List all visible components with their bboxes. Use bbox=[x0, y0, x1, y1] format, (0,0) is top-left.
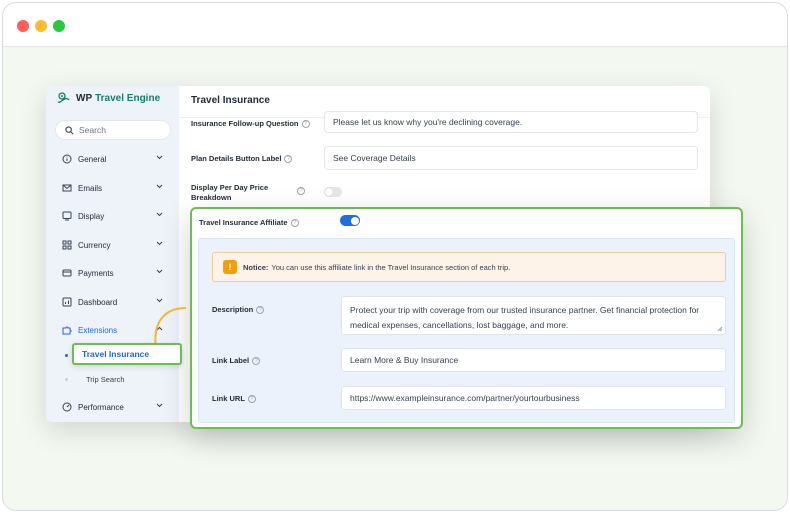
chart-icon bbox=[62, 297, 72, 307]
help-icon[interactable]: ? bbox=[301, 120, 310, 129]
notice-text: You can use this affiliate link in the T… bbox=[271, 262, 511, 272]
link-label-label: Link Label? bbox=[212, 356, 261, 366]
sidebar-item-label: Payments bbox=[78, 268, 114, 278]
mail-icon bbox=[62, 184, 72, 192]
sidebar-item-label: Display bbox=[78, 211, 105, 221]
description-label-text: Description bbox=[212, 305, 254, 314]
per-day-price-toggle[interactable] bbox=[324, 187, 342, 197]
close-window-button[interactable] bbox=[17, 20, 29, 32]
maximize-window-button[interactable] bbox=[53, 20, 65, 32]
search-icon bbox=[65, 125, 74, 134]
sidebar-item-emails[interactable]: Emails bbox=[46, 177, 179, 199]
help-icon[interactable]: ? bbox=[297, 187, 305, 195]
plan-details-label: Plan Details Button Label? bbox=[191, 154, 293, 164]
sidebar-item-label: Emails bbox=[78, 183, 103, 193]
chevron-down-icon bbox=[156, 212, 163, 217]
link-label-input[interactable]: Learn More & Buy Insurance bbox=[341, 348, 726, 372]
sidebar-subitem-travel-insurance[interactable]: Travel Insurance bbox=[72, 343, 182, 365]
link-label-label-text: Link Label bbox=[212, 356, 250, 365]
sidebar-item-performance[interactable]: Performance bbox=[46, 396, 179, 418]
brand-logo: WP Travel Engine bbox=[56, 91, 160, 105]
sidebar-item-display[interactable]: Display bbox=[46, 205, 179, 227]
route-pin-icon bbox=[57, 92, 70, 103]
sidebar-item-general[interactable]: General bbox=[46, 148, 179, 170]
per-day-price-text-line1: Display Per Day Price bbox=[191, 183, 269, 192]
chevron-down-icon bbox=[156, 241, 163, 246]
sidebar: WP Travel Engine Search General Emails D… bbox=[46, 86, 179, 422]
per-day-price-label: Display Per Day Price Breakdown bbox=[191, 183, 268, 203]
search-placeholder: Search bbox=[79, 125, 106, 135]
plan-details-input[interactable]: See Coverage Details bbox=[324, 146, 698, 170]
description-textarea[interactable]: Protect your trip with coverage from our… bbox=[341, 296, 726, 335]
plan-details-text: Plan Details Button Label bbox=[191, 154, 282, 163]
per-day-price-text-line2: Breakdown bbox=[191, 193, 232, 202]
link-url-input[interactable]: https://www.exampleinsurance.com/partner… bbox=[341, 386, 726, 410]
info-icon bbox=[62, 154, 72, 164]
followup-question-label: Insurance Follow-up Question? bbox=[191, 119, 310, 129]
help-icon[interactable]: ? bbox=[256, 306, 265, 315]
sidebar-item-label: Extensions bbox=[78, 325, 118, 335]
search-input[interactable]: Search bbox=[55, 120, 171, 140]
affiliate-section-highlight: Travel Insurance Affiliate? ! Notice: Yo… bbox=[190, 207, 743, 429]
sidebar-item-payments[interactable]: Payments bbox=[46, 262, 179, 284]
sidebar-subitem-trip-search[interactable]: Trip Search bbox=[86, 375, 125, 384]
warning-icon: ! bbox=[223, 260, 237, 274]
inactive-indicator-dot bbox=[65, 378, 68, 381]
active-indicator-dot bbox=[65, 354, 68, 357]
help-icon[interactable]: ? bbox=[284, 155, 293, 164]
link-url-label-text: Link URL bbox=[212, 394, 245, 403]
gauge-icon bbox=[62, 402, 72, 412]
notice-title: Notice: bbox=[243, 262, 269, 272]
affiliate-panel: ! Notice: You can use this affiliate lin… bbox=[198, 238, 735, 423]
chevron-down-icon bbox=[156, 155, 163, 160]
followup-question-input[interactable]: Please let us know why you're declining … bbox=[324, 111, 698, 133]
help-icon[interactable]: ? bbox=[290, 219, 299, 228]
sidebar-item-label: Dashboard bbox=[78, 297, 118, 307]
sidebar-item-label: Currency bbox=[78, 240, 111, 250]
brand-name: WP bbox=[76, 92, 93, 104]
minimize-window-button[interactable] bbox=[35, 20, 47, 32]
link-url-label: Link URL? bbox=[212, 394, 256, 404]
affiliate-toggle[interactable] bbox=[340, 215, 360, 226]
description-line-2: medical expenses, cancellations, lost ba… bbox=[350, 320, 569, 330]
sidebar-item-label: Performance bbox=[78, 402, 124, 412]
grid-icon bbox=[62, 240, 72, 250]
chevron-down-icon bbox=[156, 269, 163, 274]
puzzle-icon bbox=[62, 326, 72, 335]
followup-question-text: Insurance Follow-up Question bbox=[191, 119, 299, 128]
brand-accent: Travel Engine bbox=[95, 92, 161, 104]
window-titlebar bbox=[3, 3, 787, 47]
affiliate-label-text: Travel Insurance Affiliate bbox=[199, 218, 288, 227]
description-line-1: Protect your trip with coverage from our… bbox=[350, 305, 700, 315]
card-icon bbox=[62, 269, 72, 277]
sidebar-item-currency[interactable]: Currency bbox=[46, 234, 179, 256]
resize-handle-icon[interactable] bbox=[717, 326, 723, 332]
chevron-down-icon bbox=[156, 184, 163, 189]
chevron-down-icon bbox=[156, 403, 163, 408]
help-icon[interactable]: ? bbox=[252, 357, 261, 366]
monitor-icon bbox=[62, 211, 72, 221]
sidebar-item-label: General bbox=[78, 154, 107, 164]
description-label: Description? bbox=[212, 305, 265, 315]
help-icon[interactable]: ? bbox=[247, 395, 256, 404]
affiliate-label: Travel Insurance Affiliate? bbox=[199, 218, 299, 228]
notice-banner: ! Notice: You can use this affiliate lin… bbox=[212, 252, 726, 282]
page-title: Travel Insurance bbox=[191, 95, 270, 106]
